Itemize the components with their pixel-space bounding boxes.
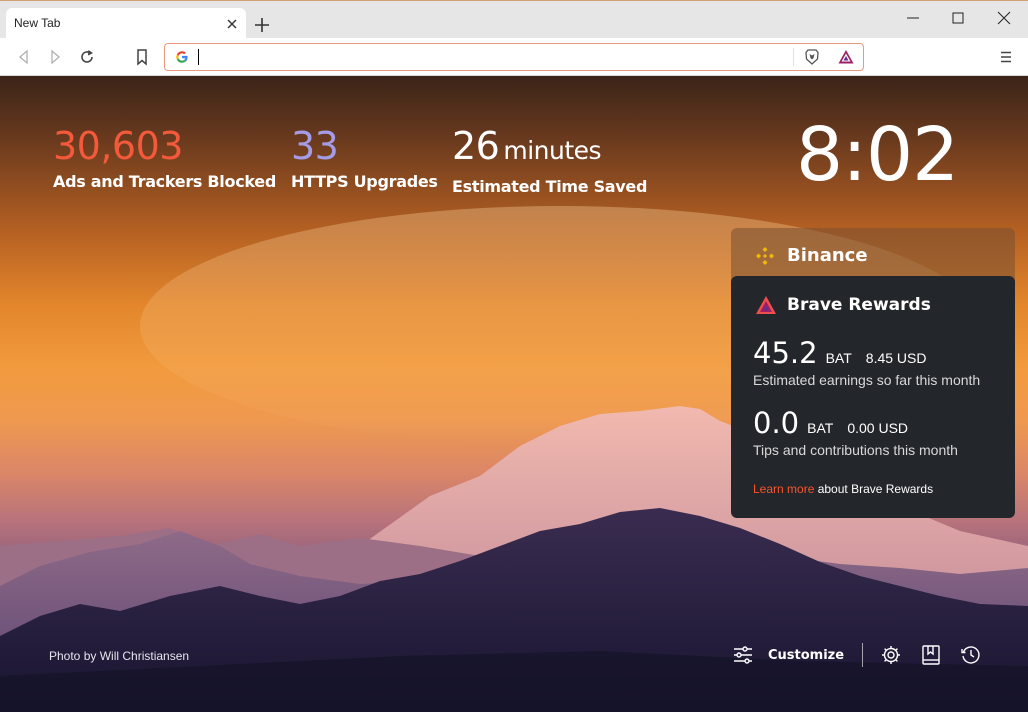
stat-time-label: Estimated Time Saved	[452, 177, 648, 196]
photo-credit-author[interactable]: Will Christiansen	[100, 649, 189, 663]
close-icon	[997, 11, 1011, 25]
rewards-footer: Learn more about Brave Rewards	[753, 482, 933, 496]
customize-label: Customize	[768, 647, 845, 663]
tips-amount: 0.0	[753, 406, 800, 440]
maximize-icon	[952, 12, 964, 24]
earnings-description: Estimated earnings so far this month	[753, 372, 981, 388]
photo-credit: Photo by Will Christiansen	[49, 649, 189, 663]
maximize-button[interactable]	[938, 7, 978, 29]
binance-icon	[756, 247, 774, 265]
text-caret	[198, 49, 199, 65]
google-icon	[176, 51, 188, 63]
address-input[interactable]	[201, 47, 765, 69]
photo-credit-prefix: Photo by	[49, 649, 100, 663]
rewards-tips: 0.0 BAT 0.00 USD Tips and contributions th…	[753, 406, 958, 458]
stat-time-saved: 26 minutes Estimated Time Saved	[452, 126, 647, 196]
rewards-footer-text: about Brave Rewards	[814, 482, 934, 496]
bookmarks-icon[interactable]	[920, 644, 942, 666]
tab-title: New Tab	[14, 16, 61, 30]
tab-new-tab[interactable]: New Tab	[6, 8, 246, 39]
back-icon[interactable]	[14, 47, 34, 67]
earnings-amount-row: 45.2 BAT 8.45 USD	[753, 336, 980, 370]
bookmark-icon[interactable]	[132, 47, 152, 67]
history-icon[interactable]	[960, 644, 982, 666]
rewards-earnings: 45.2 BAT 8.45 USD Estimated earnings so fa…	[753, 336, 980, 388]
bottom-divider	[862, 643, 863, 667]
menu-icon[interactable]	[996, 47, 1016, 67]
rewards-title: Brave Rewards	[787, 295, 931, 315]
toolbar	[0, 38, 1028, 76]
tips-usd: 0.00 USD	[847, 420, 909, 436]
new-tab-button[interactable]	[252, 15, 272, 35]
brave-rewards-widget: Brave Rewards 45.2 BAT 8.45 USD Estimated …	[731, 276, 1015, 518]
forward-icon[interactable]	[45, 47, 65, 67]
stat-https-label: HTTPS Upgrades	[291, 172, 438, 191]
customize-button[interactable]: Customize	[732, 642, 844, 668]
clock: 8:02	[796, 112, 959, 198]
earnings-usd: 8.45 USD	[865, 350, 927, 366]
stat-trackers-value: 30,603	[53, 124, 183, 168]
stat-time-unit: minutes	[503, 136, 602, 165]
stat-trackers-label: Ads and Trackers Blocked	[53, 172, 276, 191]
stat-time-value: 26	[452, 124, 500, 168]
title-bar: New Tab	[0, 0, 1028, 39]
brave-shields-icon[interactable]	[803, 48, 821, 66]
brave-rewards-icon[interactable]	[837, 48, 855, 66]
tips-amount-row: 0.0 BAT 0.00 USD	[753, 406, 958, 440]
tips-currency: BAT	[807, 420, 834, 436]
earnings-amount: 45.2	[753, 336, 818, 370]
stat-https-upgrades: 33 HTTPS Upgrades	[291, 126, 438, 191]
customize-icon	[734, 646, 752, 664]
close-tab-icon[interactable]	[224, 16, 240, 32]
address-bar[interactable]	[164, 43, 864, 71]
stat-time-row: 26 minutes	[452, 126, 647, 171]
new-tab-page: 30,603 Ads and Trackers Blocked 33 HTTPS…	[0, 76, 1028, 712]
omnibox-divider	[793, 48, 794, 66]
reload-icon[interactable]	[77, 47, 97, 67]
minimize-button[interactable]	[893, 7, 933, 29]
settings-icon[interactable]	[880, 644, 902, 666]
close-window-button[interactable]	[984, 7, 1024, 29]
brave-rewards-logo-icon	[756, 296, 776, 314]
stat-trackers-blocked: 30,603 Ads and Trackers Blocked	[53, 126, 276, 191]
learn-more-link[interactable]: Learn more	[753, 482, 814, 496]
stat-https-value: 33	[291, 124, 339, 168]
earnings-currency: BAT	[825, 350, 852, 366]
binance-title: Binance	[787, 245, 868, 266]
tips-description: Tips and contributions this month	[753, 442, 958, 458]
minimize-icon	[907, 17, 919, 19]
